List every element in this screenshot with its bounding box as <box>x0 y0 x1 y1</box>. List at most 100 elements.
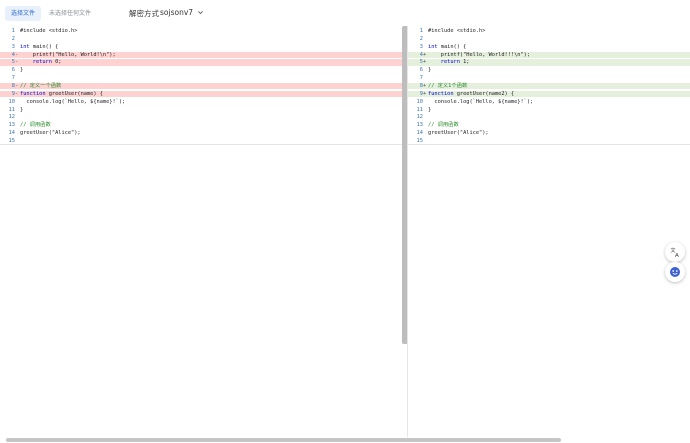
line-number: 1 <box>11 28 15 34</box>
diff-marker: + <box>423 51 427 58</box>
line-number: 2 <box>419 35 423 42</box>
code-line[interactable]: 2 <box>0 36 403 43</box>
translate-button[interactable]: 文 A <box>665 242 685 262</box>
code-line[interactable]: 5- return 0; <box>0 59 403 66</box>
code-text: } <box>20 106 24 113</box>
line-number: 2 <box>11 35 15 42</box>
code-line[interactable]: 13 // 调用函数 <box>0 122 403 129</box>
assistant-button[interactable] <box>665 262 685 282</box>
line-number: 10 <box>8 98 15 105</box>
code-line[interactable]: 8-// 定义一个函数 <box>0 82 403 90</box>
line-number: 11 <box>8 106 15 113</box>
smiley-icon <box>670 267 680 277</box>
code-line[interactable]: 3 int main() { <box>0 44 403 51</box>
code-text: printf("Hello, World!!!\n"); <box>428 51 531 58</box>
line-number: 4 <box>419 51 423 58</box>
code-line[interactable]: 9- function greetUser(name) { <box>0 90 403 98</box>
code-line[interactable]: 12 <box>408 114 690 121</box>
decode-method-label: 解密方式 <box>129 9 159 18</box>
code-line[interactable]: 6} <box>408 67 690 74</box>
line-number: 5 <box>11 59 15 66</box>
decode-method-value: sojsonv7 <box>160 8 194 17</box>
diff-pane-modified[interactable]: 1 #include <stdio.h> 2 3 int main() {4 + prin… <box>408 26 690 437</box>
code-line[interactable]: 8 +// 定义1个函数 <box>408 82 690 90</box>
decode-method-select[interactable]: sojsonv7 <box>158 5 207 20</box>
code-line[interactable]: 9 + function greetUser(name2) { <box>408 90 690 98</box>
line-number: 8 <box>419 82 423 89</box>
line-number: 7 <box>419 75 423 82</box>
code-line[interactable]: 3 int main() { <box>408 44 690 51</box>
code-text: printf("Hello, World!\n"); <box>20 51 116 58</box>
svg-text:A: A <box>675 253 679 258</box>
code-text: #include <stdio.h> <box>20 28 78 34</box>
code-text: greetUser("Alice"); <box>428 130 489 137</box>
code-line[interactable]: 5 + return 1; <box>408 59 690 66</box>
diff-marker: + <box>423 82 427 89</box>
line-number: 15 <box>8 137 15 144</box>
line-number: 12 <box>416 114 423 121</box>
code-text: } <box>428 106 432 113</box>
diff-marker: + <box>423 59 427 66</box>
diff-marker: - <box>15 51 19 58</box>
code-text: greetUser("Alice"); <box>20 130 81 137</box>
code-text: } <box>20 67 24 74</box>
code-line[interactable]: 1 #include <stdio.h> <box>408 28 690 35</box>
code-line[interactable]: 4 + printf("Hello, World!!!\n"); <box>408 51 690 59</box>
code-line[interactable]: 12 <box>0 114 403 121</box>
code-text: // 调用函数 <box>20 122 51 129</box>
code-text: int main() { <box>20 43 59 50</box>
file-status-text: 未选择任何文件 <box>49 10 92 17</box>
select-file-button[interactable]: 选择文件 <box>5 6 41 21</box>
line-number: 10 <box>416 98 423 105</box>
line-number: 14 <box>8 130 15 137</box>
code-line[interactable]: 4- printf("Hello, World!\n"); <box>0 51 403 59</box>
line-number: 13 <box>8 122 15 129</box>
line-number: 3 <box>419 43 423 50</box>
line-number: 15 <box>416 137 423 144</box>
code-line[interactable]: 7 <box>0 75 403 82</box>
line-number: 9 <box>11 90 15 97</box>
code-text: function greetUser(name) { <box>20 90 103 97</box>
code-text: console.log(`Hello, ${name}!`); <box>20 98 126 105</box>
code-line[interactable]: 10 console.log(`Hello, ${name}!`); <box>408 99 690 106</box>
diff-marker: - <box>15 59 19 66</box>
code-text: return 0; <box>32 59 62 66</box>
code-line[interactable]: 11} <box>0 107 403 114</box>
line-number: 6 <box>11 67 15 74</box>
line-number: 9 <box>419 90 423 97</box>
code-text: console.log(`Hello, ${name}!`); <box>428 98 534 105</box>
translate-icon: 文 A <box>670 247 679 258</box>
line-number: 4 <box>11 51 15 58</box>
line-number: 12 <box>8 114 15 121</box>
code-text: #include <stdio.h> <box>428 28 486 34</box>
line-number: 8 <box>11 82 15 89</box>
code-text: // 定义1个函数 <box>428 82 468 89</box>
horizontal-scrollbar[interactable] <box>6 438 561 442</box>
line-number: 7 <box>11 75 15 82</box>
code-line[interactable]: 10 console.log(`Hello, ${name}!`); <box>0 99 403 106</box>
code-text: } <box>428 67 432 74</box>
code-line[interactable]: 13 // 调用函数 <box>408 122 690 129</box>
line-number: 5 <box>419 59 423 66</box>
code-text: // 调用函数 <box>428 122 459 129</box>
line-number: 11 <box>416 106 423 113</box>
diff-marker: + <box>423 90 427 97</box>
toolbar: 选择文件 未选择任何文件 解密方式 sojsonv7 <box>0 0 690 26</box>
code-text: int main() { <box>428 43 467 50</box>
code-line[interactable]: 15 <box>0 138 403 146</box>
code-line[interactable]: 7 <box>408 75 690 82</box>
code-line[interactable]: 11} <box>408 107 690 114</box>
line-number: 1 <box>419 28 423 34</box>
code-line[interactable]: 6} <box>0 67 403 74</box>
code-line[interactable]: 14 greetUser("Alice"); <box>0 130 403 137</box>
code-line[interactable]: 1 #include <stdio.h> <box>0 28 403 35</box>
line-number: 3 <box>11 43 15 50</box>
code-text: return 1; <box>440 59 470 66</box>
code-text: function greetUser(name2) { <box>428 90 515 97</box>
chevron-down-icon <box>198 11 203 15</box>
code-line[interactable]: 2 <box>408 36 690 43</box>
code-text: // 定义一个函数 <box>20 82 62 89</box>
code-line[interactable]: 14 greetUser("Alice"); <box>408 130 690 137</box>
diff-pane-original[interactable]: 1 #include <stdio.h> 2 3 int main() {4- prin… <box>0 26 403 437</box>
code-line[interactable]: 15 <box>408 138 690 146</box>
